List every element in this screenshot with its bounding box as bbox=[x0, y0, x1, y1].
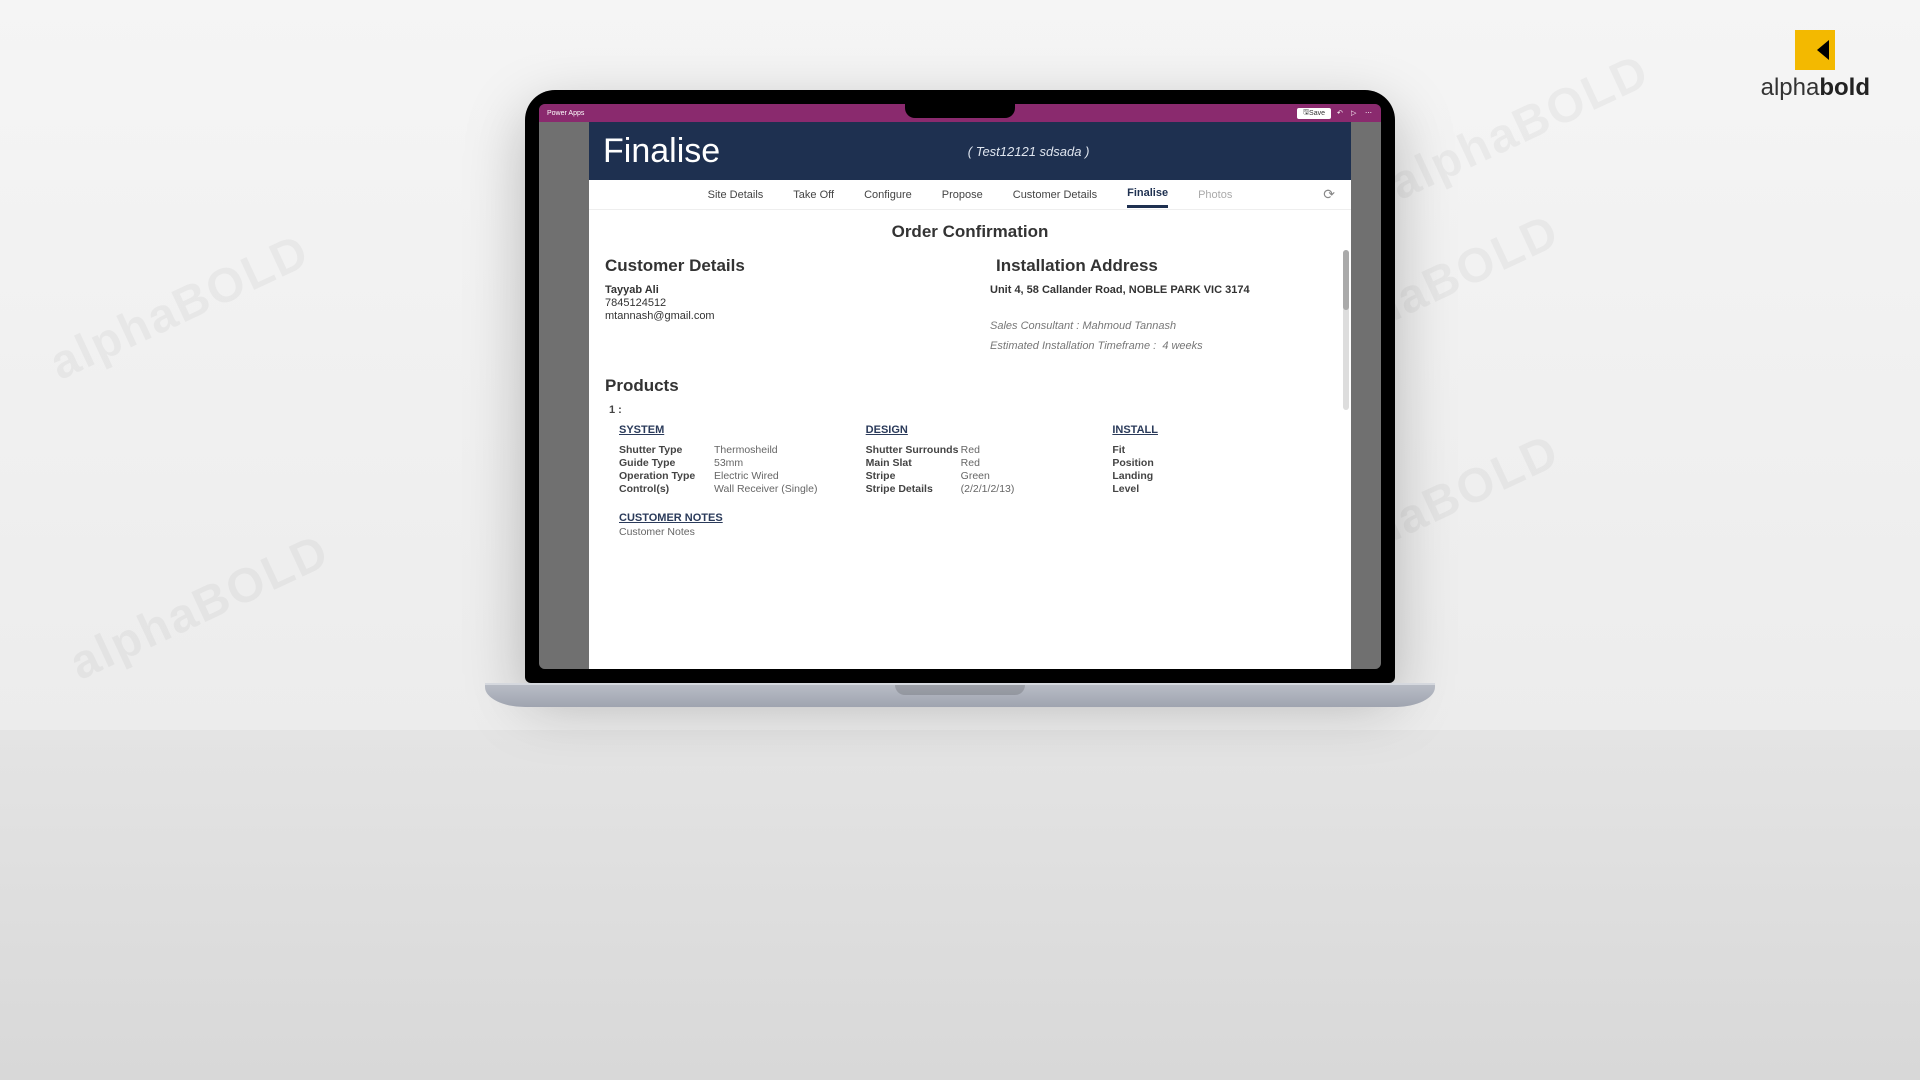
product-index: 1 : bbox=[609, 404, 1335, 416]
scrollbar-thumb[interactable] bbox=[1343, 250, 1349, 310]
products-heading: Products bbox=[605, 376, 1335, 396]
install-heading: Installation Address bbox=[990, 256, 1335, 276]
tab-site-details[interactable]: Site Details bbox=[708, 183, 764, 207]
customer-name: Tayyab Ali bbox=[605, 284, 950, 296]
content-title: Order Confirmation bbox=[605, 222, 1335, 242]
page-subtitle: ( Test12121 sdsada ) bbox=[720, 144, 1337, 159]
customer-email: mtannash@gmail.com bbox=[605, 310, 950, 322]
content-scroll[interactable]: Order Confirmation Customer Details Tayy… bbox=[589, 210, 1351, 669]
page-header: Finalise ( Test12121 sdsada ) bbox=[589, 122, 1351, 180]
install-address: Unit 4, 58 Callander Road, NOBLE PARK VI… bbox=[990, 284, 1335, 296]
app-product-name: Power Apps bbox=[547, 110, 584, 117]
brand-name-b: bold bbox=[1819, 74, 1870, 101]
canvas-gutter-right bbox=[1351, 122, 1381, 669]
system-spec: SYSTEM Shutter TypeThermosheild Guide Ty… bbox=[619, 424, 842, 496]
customer-phone: 7845124512 bbox=[605, 297, 950, 309]
install-timeframe: Estimated Installation Timeframe : 4 wee… bbox=[990, 340, 1335, 352]
customer-notes: CUSTOMER NOTES Customer Notes bbox=[619, 512, 1335, 538]
customer-heading: Customer Details bbox=[605, 256, 950, 276]
install-spec: INSTALL Fit Position Landing Level bbox=[1112, 424, 1335, 496]
brand-mark-icon bbox=[1795, 30, 1835, 70]
save-button[interactable]: 🖫 Save bbox=[1297, 108, 1331, 119]
app-page: Finalise ( Test12121 sdsada ) Site Detai… bbox=[589, 122, 1351, 669]
sales-consultant: Sales Consultant : Mahmoud Tannash bbox=[990, 320, 1335, 332]
undo-icon[interactable]: ↶ bbox=[1337, 109, 1345, 117]
more-icon[interactable]: ⋯ bbox=[1365, 109, 1373, 117]
install-address-block: Installation Address Unit 4, 58 Callande… bbox=[990, 256, 1335, 352]
brand-name-a: alpha bbox=[1761, 74, 1820, 101]
tab-propose[interactable]: Propose bbox=[942, 183, 983, 207]
tab-customer-details[interactable]: Customer Details bbox=[1013, 183, 1097, 207]
customer-details-block: Customer Details Tayyab Ali 7845124512 m… bbox=[605, 256, 950, 352]
page-title: Finalise bbox=[603, 132, 720, 171]
install-spec-heading: INSTALL bbox=[1112, 424, 1335, 436]
tab-take-off[interactable]: Take Off bbox=[793, 183, 834, 207]
notes-heading: CUSTOMER NOTES bbox=[619, 512, 1335, 524]
tab-finalise[interactable]: Finalise bbox=[1127, 181, 1168, 208]
play-icon[interactable]: ▷ bbox=[1351, 109, 1359, 117]
watermark: alphaBOLD bbox=[41, 224, 317, 392]
tab-configure[interactable]: Configure bbox=[864, 183, 912, 207]
system-heading: SYSTEM bbox=[619, 424, 842, 436]
brand-logo: alphabold bbox=[1761, 30, 1870, 102]
canvas-gutter-left bbox=[539, 122, 589, 669]
watermark: alphaBOLD bbox=[1381, 44, 1657, 212]
notes-text: Customer Notes bbox=[619, 526, 1335, 538]
design-heading: DESIGN bbox=[866, 424, 1089, 436]
design-spec: DESIGN Shutter SurroundsRed Main SlatRed… bbox=[866, 424, 1089, 496]
tab-bar: Site Details Take Off Configure Propose … bbox=[589, 180, 1351, 210]
refresh-icon[interactable]: ⟳ bbox=[1323, 186, 1335, 203]
laptop-mockup: Power Apps 🖫 Save ↶ ▷ ⋯ Finalise ( Test1… bbox=[525, 90, 1395, 707]
laptop-notch bbox=[905, 104, 1015, 118]
watermark: alphaBOLD bbox=[61, 524, 337, 692]
laptop-base bbox=[485, 683, 1435, 707]
tab-photos[interactable]: Photos bbox=[1198, 183, 1232, 207]
app-screen: Power Apps 🖫 Save ↶ ▷ ⋯ Finalise ( Test1… bbox=[539, 104, 1381, 669]
